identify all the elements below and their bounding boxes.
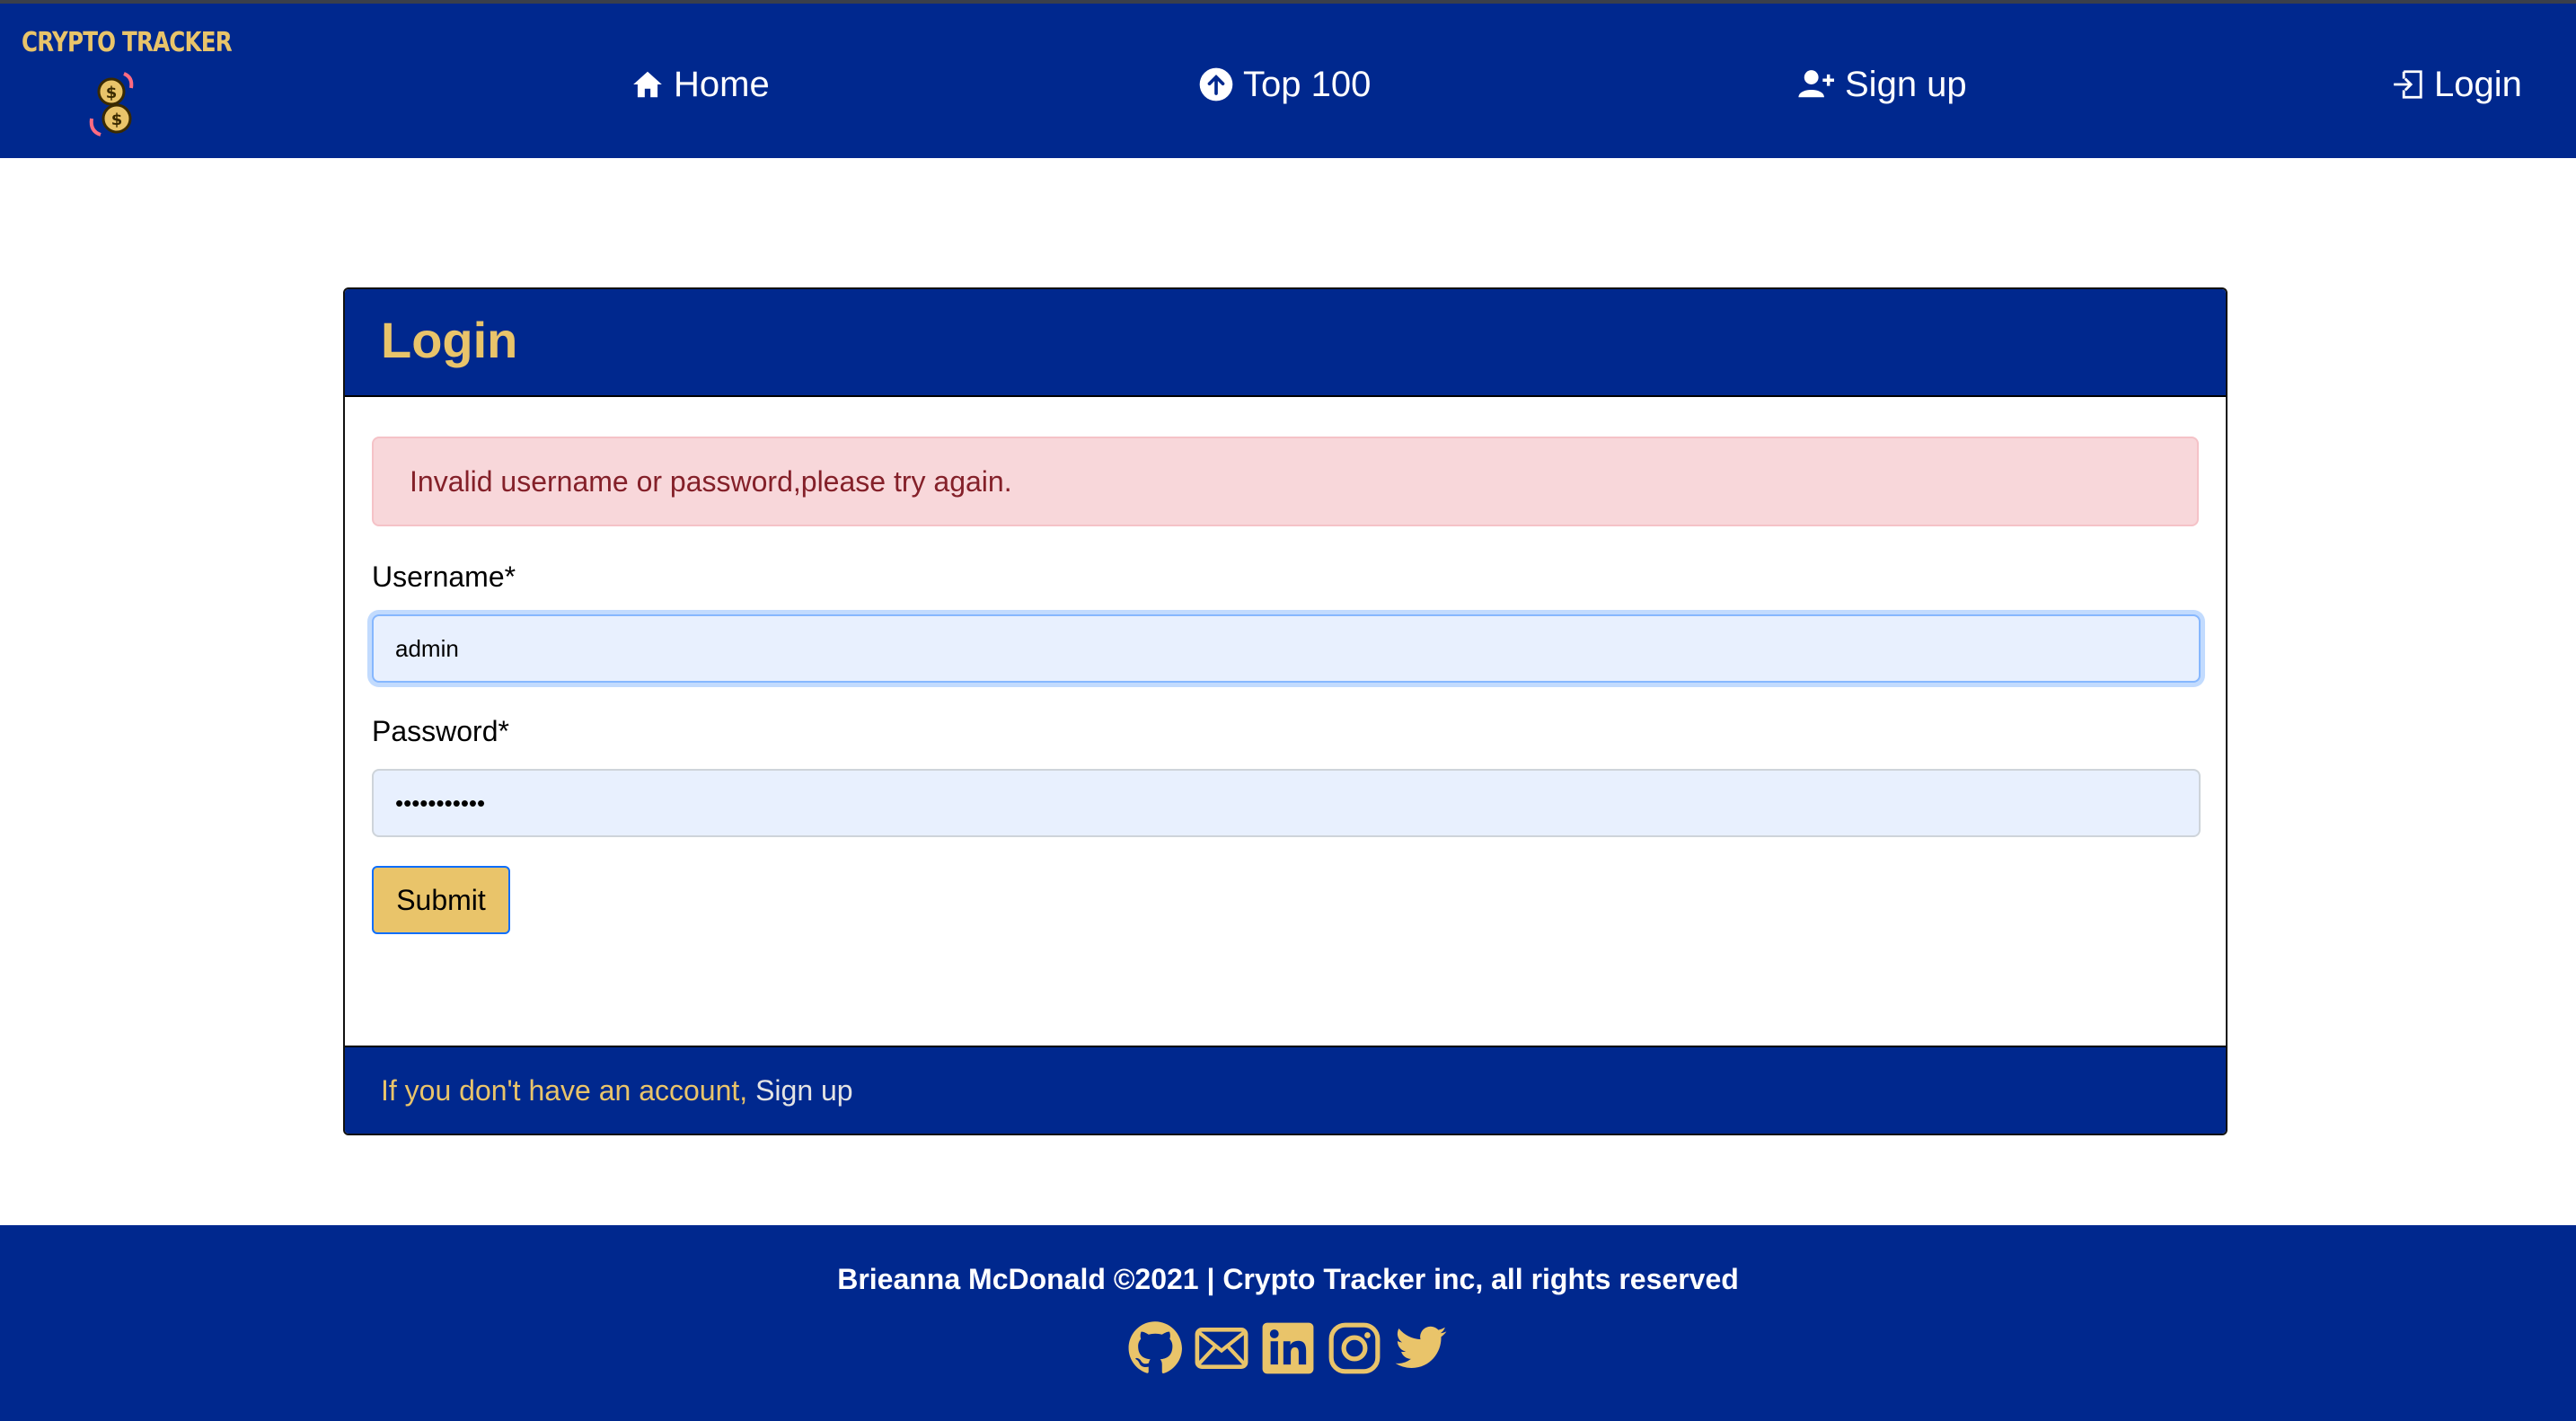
nav-home-label: Home xyxy=(674,64,770,104)
password-field[interactable] xyxy=(372,769,2201,837)
password-label: Password* xyxy=(372,715,509,747)
submit-button[interactable]: Submit xyxy=(372,866,510,934)
instagram-icon[interactable] xyxy=(1327,1320,1382,1376)
copyright-text: Brieanna McDonald ©2021 | Crypto Tracker… xyxy=(837,1263,1739,1295)
signup-prompt-text: If you don't have an account, xyxy=(381,1074,748,1107)
coins-icon: $ $ xyxy=(89,72,134,137)
signup-link[interactable]: Sign up xyxy=(755,1074,853,1107)
linkedin-icon[interactable] xyxy=(1260,1320,1316,1376)
nav-login[interactable]: Login xyxy=(2391,57,2522,111)
login-card-footer: If you don't have an account, Sign up xyxy=(345,1046,2226,1134)
nav-sign-up[interactable]: Sign up xyxy=(1798,57,1967,111)
username-label: Username* xyxy=(372,560,516,593)
social-links xyxy=(0,1320,2576,1376)
navbar: CRYPTO TRACKER $ $ Home Top 100 Sign up xyxy=(0,4,2576,158)
nav-top-100-label: Top 100 xyxy=(1243,64,1372,104)
house-icon xyxy=(633,71,662,98)
login-card: Login Invalid username or password,pleas… xyxy=(343,287,2228,1135)
github-icon[interactable] xyxy=(1127,1320,1183,1376)
error-alert: Invalid username or password,please try … xyxy=(372,437,2199,526)
person-plus-icon xyxy=(1798,70,1834,98)
nav-login-label: Login xyxy=(2434,64,2522,104)
twitter-icon[interactable] xyxy=(1393,1320,1449,1376)
svg-text:$: $ xyxy=(106,84,118,102)
nav-home[interactable]: Home xyxy=(631,57,770,111)
login-card-header: Login xyxy=(345,289,2226,397)
username-field[interactable] xyxy=(372,614,2201,683)
box-arrow-in-right-icon xyxy=(2394,70,2422,99)
nav-top-100[interactable]: Top 100 xyxy=(1198,57,1371,111)
brand-logo[interactable]: CRYPTO TRACKER $ $ xyxy=(22,27,233,144)
page-footer: Brieanna McDonald ©2021 | Crypto Tracker… xyxy=(0,1225,2576,1421)
svg-text:$: $ xyxy=(111,110,123,129)
brand-name: CRYPTO TRACKER xyxy=(22,27,233,58)
page-title: Login xyxy=(381,312,518,368)
nav-sign-up-label: Sign up xyxy=(1845,64,1967,104)
signup-prompt: If you don't have an account, Sign up xyxy=(381,1074,853,1108)
envelope-icon[interactable] xyxy=(1194,1320,1249,1376)
arrow-up-circle-icon xyxy=(1199,67,1233,102)
